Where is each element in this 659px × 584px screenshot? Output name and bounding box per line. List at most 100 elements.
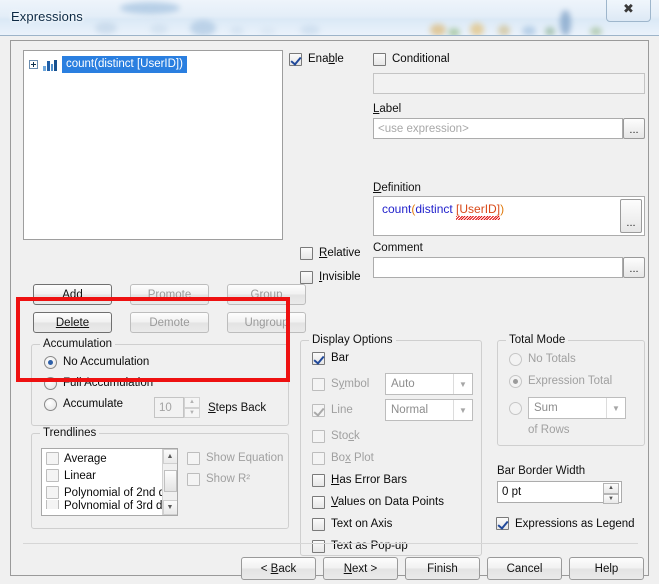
comment-browse-button[interactable]: ... xyxy=(623,257,645,278)
group-button[interactable]: Group xyxy=(227,284,306,305)
line-label: Line xyxy=(331,404,353,416)
tree-item-row[interactable]: count(distinct [UserID]) xyxy=(29,56,282,73)
show-equation-checkbox[interactable] xyxy=(187,452,200,465)
help-button[interactable]: Help xyxy=(569,557,644,580)
line-combo[interactable]: Normal ▼ xyxy=(385,399,473,421)
tree-item-label[interactable]: count(distinct [UserID]) xyxy=(62,56,187,73)
expand-plus-icon[interactable] xyxy=(29,60,38,69)
trendline-average-checkbox[interactable] xyxy=(46,452,59,465)
relative-checkbox[interactable] xyxy=(300,247,313,260)
chevron-down-icon[interactable]: ▼ xyxy=(453,400,472,420)
steps-back-spinner-up[interactable]: ▲ xyxy=(184,397,200,408)
error-bars-label: Has Error Bars xyxy=(331,474,408,486)
conditional-input[interactable] xyxy=(373,73,645,94)
enable-checkbox[interactable] xyxy=(289,53,302,66)
radio-full-accumulation[interactable]: Full Accumulation xyxy=(44,377,153,390)
bar-border-width-spinner-up[interactable]: ▲ xyxy=(603,483,619,494)
back-button[interactable]: < Back xyxy=(241,557,316,580)
trendlines-list[interactable]: Average Linear Polynomial of 2nd d Polyn… xyxy=(41,448,178,516)
display-option-values-on-points[interactable]: Values on Data Points xyxy=(312,496,444,509)
list-item[interactable]: Linear xyxy=(42,466,177,483)
display-option-bar[interactable]: Bar xyxy=(312,352,349,365)
display-option-boxplot[interactable]: Box Plot xyxy=(312,452,374,465)
accumulation-group: Accumulation No Accumulation Full Accumu… xyxy=(31,338,289,426)
display-option-line[interactable]: Line xyxy=(312,404,353,417)
display-option-text-on-axis[interactable]: Text on Axis xyxy=(312,518,392,531)
line-checkbox[interactable] xyxy=(312,404,325,417)
finish-button[interactable]: Finish xyxy=(405,557,480,580)
bar-border-width-input[interactable]: 0 pt ▲ ▼ xyxy=(497,481,622,504)
list-item[interactable]: Polynomial of 3rd d xyxy=(42,500,177,509)
relative-row[interactable]: Relative xyxy=(300,247,361,260)
text-on-axis-checkbox[interactable] xyxy=(312,518,325,531)
radio-aggregation-row[interactable]: Sum ▼ xyxy=(509,397,626,419)
list-item[interactable]: Polynomial of 2nd d xyxy=(42,483,177,500)
conditional-label: Conditional xyxy=(392,53,450,65)
chevron-down-icon[interactable]: ▼ xyxy=(606,398,625,418)
radio-expression-total[interactable]: Expression Total xyxy=(509,375,612,388)
close-button[interactable]: ✖ xyxy=(606,0,651,22)
radio-aggregation-indicator[interactable] xyxy=(509,401,522,415)
show-equation-row[interactable]: Show Equation xyxy=(187,452,283,465)
radio-no-totals[interactable]: No Totals xyxy=(509,353,576,366)
show-r2-row[interactable]: Show R² xyxy=(187,473,283,486)
values-on-points-checkbox[interactable] xyxy=(312,496,325,509)
delete-button[interactable]: Delete xyxy=(33,312,112,333)
conditional-checkbox[interactable] xyxy=(373,53,386,66)
display-option-symbol[interactable]: Symbol xyxy=(312,378,369,391)
text-popup-checkbox[interactable] xyxy=(312,540,325,553)
radio-no-totals-indicator[interactable] xyxy=(509,353,522,366)
aggregation-combo[interactable]: Sum ▼ xyxy=(528,397,626,419)
scroll-up-icon[interactable]: ▲ xyxy=(162,449,177,464)
radio-no-accumulation[interactable]: No Accumulation xyxy=(44,356,153,369)
steps-back-spinner[interactable]: ▲ ▼ xyxy=(184,397,200,418)
expression-tree[interactable]: count(distinct [UserID]) xyxy=(23,50,283,240)
next-button[interactable]: Next > xyxy=(323,557,398,580)
boxplot-label: Box Plot xyxy=(331,452,374,464)
radio-expression-total-indicator[interactable] xyxy=(509,375,522,388)
definition-input[interactable]: count(distinct [UserID]) ... xyxy=(373,196,645,236)
demote-button[interactable]: Demote xyxy=(130,312,209,333)
boxplot-checkbox[interactable] xyxy=(312,452,325,465)
display-option-stock[interactable]: Stock xyxy=(312,430,360,443)
promote-button[interactable]: Promote xyxy=(130,284,209,305)
bar-border-width-spinner[interactable]: ▲ ▼ xyxy=(603,483,619,504)
error-bars-checkbox[interactable] xyxy=(312,474,325,487)
bar-border-width-spinner-down[interactable]: ▼ xyxy=(603,493,619,504)
trendlines-scrollbar[interactable]: ▲ ▼ xyxy=(162,449,177,515)
symbol-combo[interactable]: Auto ▼ xyxy=(385,373,473,395)
definition-browse-button[interactable]: ... xyxy=(620,199,642,233)
stock-checkbox[interactable] xyxy=(312,430,325,443)
expressions-as-legend-row[interactable]: Expressions as Legend xyxy=(496,517,635,530)
label-input[interactable]: <use expression> xyxy=(373,118,623,139)
enable-row[interactable]: Enable xyxy=(289,53,344,66)
trendline-linear-checkbox[interactable] xyxy=(46,469,59,482)
radio-no-accumulation-indicator[interactable] xyxy=(44,356,57,369)
conditional-row[interactable]: Conditional xyxy=(373,53,450,66)
radio-accumulate[interactable]: Accumulate xyxy=(44,398,153,411)
trendline-poly2-checkbox[interactable] xyxy=(46,486,59,499)
steps-back-spinner-down[interactable]: ▼ xyxy=(184,407,200,418)
scrollbar-thumb[interactable] xyxy=(163,470,177,492)
chevron-down-icon[interactable]: ▼ xyxy=(453,374,472,394)
radio-full-accumulation-indicator[interactable] xyxy=(44,377,57,390)
show-r2-checkbox[interactable] xyxy=(187,473,200,486)
display-option-error-bars[interactable]: Has Error Bars xyxy=(312,474,407,487)
bar-checkbox[interactable] xyxy=(312,352,325,365)
display-option-text-popup[interactable]: Text as Pop-up xyxy=(312,540,408,553)
invisible-checkbox[interactable] xyxy=(300,271,313,284)
list-item[interactable]: Average xyxy=(42,449,177,466)
comment-input[interactable] xyxy=(373,257,623,278)
radio-expression-total-label: Expression Total xyxy=(528,375,613,387)
ungroup-button[interactable]: Ungroup xyxy=(227,312,306,333)
trendline-poly3-checkbox[interactable] xyxy=(46,500,59,509)
add-button[interactable]: Add xyxy=(33,284,112,305)
steps-back-input[interactable]: 10 xyxy=(154,397,184,418)
invisible-row[interactable]: Invisible xyxy=(300,271,361,284)
symbol-checkbox[interactable] xyxy=(312,378,325,391)
label-browse-button[interactable]: ... xyxy=(623,118,645,139)
radio-accumulate-indicator[interactable] xyxy=(44,398,57,411)
scroll-down-icon[interactable]: ▼ xyxy=(162,500,177,515)
expressions-as-legend-checkbox[interactable] xyxy=(496,517,509,530)
cancel-button[interactable]: Cancel xyxy=(487,557,562,580)
